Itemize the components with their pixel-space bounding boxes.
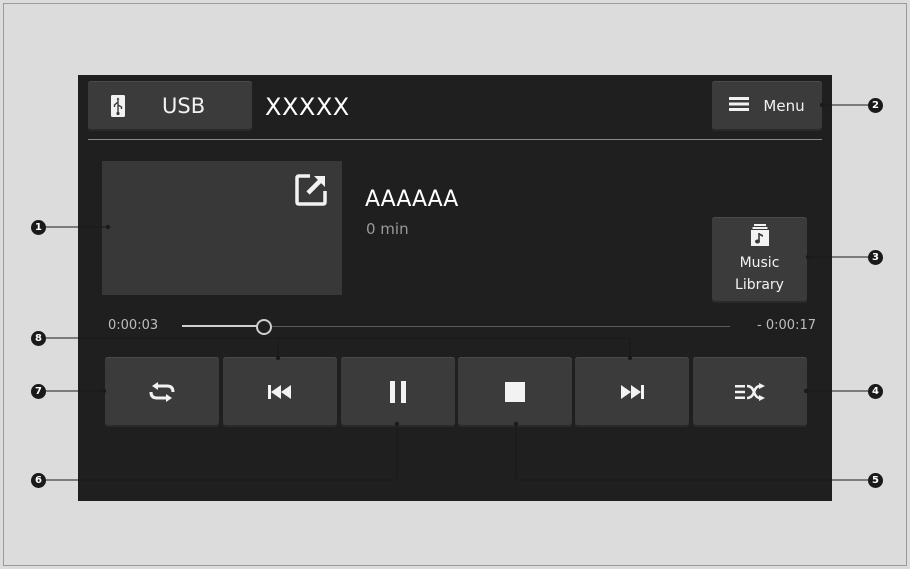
elapsed-time: 0:00:03 (108, 318, 159, 333)
progress-thumb[interactable] (256, 319, 273, 335)
source-title: XXXXX (265, 93, 350, 121)
callout-badge-4: 4 (868, 384, 883, 399)
stop-button[interactable] (458, 357, 572, 427)
music-library-label-line2: Library (735, 277, 784, 293)
callout-badge-2: 2 (868, 98, 883, 113)
shuffle-button[interactable] (693, 357, 807, 427)
usb-icon (108, 93, 128, 119)
menu-label: Menu (763, 97, 805, 115)
repeat-icon (147, 382, 177, 402)
callout-badge-7: 7 (31, 384, 46, 399)
album-art[interactable] (102, 161, 342, 295)
skip-forward-icon (620, 385, 644, 399)
skip-back-icon (268, 385, 292, 399)
usb-source-button[interactable]: USB (88, 81, 252, 131)
pause-button[interactable] (341, 357, 455, 427)
callout-badge-1: 1 (31, 220, 46, 235)
remaining-time: - 0:00:17 (757, 318, 816, 333)
menu-button[interactable]: Menu (712, 81, 822, 131)
callout-badge-6: 6 (31, 473, 46, 488)
expand-icon (294, 173, 328, 207)
music-library-icon (750, 224, 769, 250)
audio-screen: USB XXXXX Menu AAAAAA 0 min Music Librar… (78, 75, 832, 501)
next-track-button[interactable] (575, 357, 689, 427)
hamburger-icon (729, 96, 750, 116)
usb-source-label: USB (162, 94, 206, 118)
callout-badge-5: 5 (868, 473, 883, 488)
track-title: AAAAAA (365, 187, 459, 212)
music-library-label-line1: Music (739, 255, 780, 271)
pause-icon (390, 381, 406, 403)
previous-track-button[interactable] (223, 357, 337, 427)
progress-fill (182, 325, 265, 327)
progress-bar[interactable] (182, 319, 730, 335)
track-duration: 0 min (366, 220, 409, 238)
shuffle-icon (735, 383, 765, 401)
callout-badge-8: 8 (31, 331, 46, 346)
header-divider (88, 139, 822, 140)
music-library-label: Music Library (735, 252, 784, 296)
callout-badge-3: 3 (868, 250, 883, 265)
repeat-button[interactable] (105, 357, 219, 427)
music-library-button[interactable]: Music Library (712, 217, 807, 303)
stop-icon (505, 382, 525, 402)
